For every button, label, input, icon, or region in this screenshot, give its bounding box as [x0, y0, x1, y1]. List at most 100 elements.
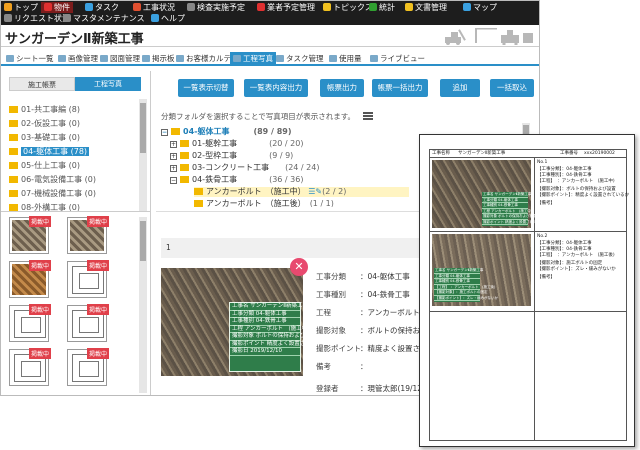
bulk-import-button[interactable]: 一括取込: [490, 79, 534, 97]
tree-leaf-selected[interactable]: アンカーボルト （施工中） ☰✎(2 / 2): [194, 187, 409, 197]
collapse-icon[interactable]: −: [161, 129, 168, 136]
folder-scrollbar[interactable]: [139, 99, 147, 211]
report-line: [429, 440, 627, 441]
published-badge: 掲載中: [86, 216, 109, 227]
tab-process-photos[interactable]: 工程写真: [75, 77, 141, 91]
inspection-icon: [187, 3, 195, 11]
tab-bulletin-board[interactable]: 掲示板: [139, 52, 178, 65]
nav-document-management[interactable]: 文書管理: [405, 2, 447, 13]
published-badge: 掲載中: [86, 348, 109, 359]
folder-item[interactable]: 05-仕上工事 (0): [9, 161, 80, 171]
delete-photo-icon[interactable]: ✕: [290, 258, 308, 276]
tab-live-view[interactable]: ライブビュー: [367, 52, 428, 65]
nav-top[interactable]: トップ: [4, 2, 38, 13]
menu-icon[interactable]: [363, 115, 374, 117]
bulk-form-output-button[interactable]: 帳票一括出力: [372, 79, 428, 97]
expand-icon[interactable]: +: [170, 165, 177, 172]
nav-help[interactable]: ヘルプ: [151, 13, 185, 24]
top-navigation: トップ 物件 タスク 工事状況 検査実施予定 業者予定管理 トピックス 統計 文…: [1, 1, 539, 25]
nav-request-status[interactable]: リクエスト状況: [4, 13, 70, 24]
photo-thumbnail[interactable]: 掲載中: [9, 216, 51, 254]
tree-root[interactable]: −04-躯体工事 (89 / 89): [161, 127, 292, 137]
report-entry-number: No.2: [537, 234, 548, 239]
report-project-name: サンガーデンⅡ新築工事: [458, 151, 506, 156]
field-label: 撮影対象: [316, 326, 346, 335]
report-header-label: 工事番号: [560, 151, 578, 156]
folder-item[interactable]: 07-機械設備工事 (0): [9, 189, 96, 199]
published-badge: 掲載中: [28, 216, 51, 227]
left-panel: 施工帳票 工程写真 01-共工事編 (8) 02-仮設工事 (0) 03-基礎工…: [1, 71, 151, 395]
published-badge: 掲載中: [86, 260, 109, 271]
photo-thumbnail[interactable]: 掲載中: [67, 216, 109, 254]
field-label: 撮影ポイント: [316, 344, 361, 353]
tab-task-management[interactable]: タスク管理: [273, 52, 327, 65]
thumbnail-scrollbar[interactable]: [139, 217, 147, 393]
request-icon: [4, 14, 12, 22]
tab-image-management[interactable]: 画像管理: [55, 52, 101, 65]
stats-icon: [369, 3, 377, 11]
folder-icon: [9, 162, 18, 169]
nav-construction-status[interactable]: 工事状況: [133, 2, 175, 13]
form-output-button[interactable]: 帳票出力: [320, 79, 364, 97]
master-icon: [63, 14, 71, 22]
report-field: 【工程】 ：アンカーボルト (施工後): [537, 253, 615, 258]
folder-scrollbar-thumb[interactable]: [140, 103, 146, 153]
report-field: 【工事分類】：04-躯体工事: [537, 167, 592, 172]
tree-node[interactable]: +01-躯幹工事 (20 / 20): [170, 139, 303, 149]
folder-item-selected[interactable]: 04-躯体工事 (78): [9, 147, 90, 157]
tree-node[interactable]: +03-コンクリート工事 (24 / 24): [170, 163, 319, 173]
tab-process-photo[interactable]: 工程写真: [230, 52, 276, 65]
thumbnail-scrollbar-thumb[interactable]: [140, 221, 146, 261]
collapse-icon[interactable]: −: [170, 177, 177, 184]
photo-icon: [233, 55, 241, 62]
drawing-thumbnail[interactable]: 掲載中: [9, 348, 51, 386]
nav-contractor-schedule[interactable]: 業者予定管理: [257, 2, 315, 13]
tab-usage[interactable]: 使用量: [326, 52, 365, 65]
folder-item[interactable]: 02-仮設工事 (0): [9, 119, 80, 129]
tree-leaf[interactable]: アンカーボルト （施工後） (1 / 1): [194, 199, 334, 207]
nav-statistics[interactable]: 統計: [369, 2, 395, 13]
photo-image[interactable]: 工事名 サンガーデンⅡ新築工事 工事分類 04-躯体工事 工事種別 04-鉄骨工…: [161, 268, 333, 376]
folder-icon: [9, 120, 18, 127]
nav-property[interactable]: 物件: [41, 2, 73, 13]
nav-master-maintenance[interactable]: マスタメンテナンス: [63, 13, 145, 24]
tree-node[interactable]: +02-型枠工事 (9 / 9): [170, 151, 293, 161]
report-entry-number: No.1: [537, 160, 548, 165]
tab-sheet-list[interactable]: シート一覧: [3, 52, 57, 65]
report-field: 【備考】: [537, 201, 555, 206]
folder-icon: [180, 140, 189, 147]
add-button[interactable]: 追加: [440, 79, 480, 97]
export-list-button[interactable]: 一覧表内容出力: [244, 79, 308, 97]
tab-customer-chart[interactable]: お客様カルテ: [173, 52, 234, 65]
report-project-number: xxx20190002: [584, 151, 615, 156]
toggle-list-view-button[interactable]: 一覧表示切替: [178, 79, 234, 97]
report-field: 【工事種別】：04-鉄骨工事: [537, 173, 592, 178]
report-line: [534, 157, 535, 311]
drawing-thumbnail[interactable]: 掲載中: [9, 304, 51, 342]
field-value: ：04-躯体工事: [360, 272, 410, 281]
tab-construction-forms[interactable]: 施工帳票: [9, 77, 75, 91]
photo-thumbnail[interactable]: 掲載中: [9, 260, 51, 298]
folder-icon: [180, 164, 189, 171]
nav-map[interactable]: マップ: [463, 2, 497, 13]
drawing-thumbnail[interactable]: 掲載中: [67, 260, 109, 298]
folder-item[interactable]: 03-基礎工事 (0): [9, 133, 80, 143]
folder-item[interactable]: 01-共工事編 (8): [9, 105, 80, 115]
project-title: サンガーデンⅡ新築工事: [5, 32, 144, 47]
folder-item[interactable]: 06-電気設備工事 (0): [9, 175, 96, 185]
drawing-thumbnail[interactable]: 掲載中: [67, 304, 109, 342]
report-field: 【撮影対象】：施工ボルトの固定: [537, 261, 603, 266]
photo-blackboard: 工事名 サンガーデンⅡ新築工事 工事分類 04-躯体工事 工事種別 04-鉄骨工…: [229, 302, 333, 372]
usage-icon: [329, 55, 337, 62]
nav-topics[interactable]: トピックス: [323, 2, 373, 13]
folder-icon: [9, 134, 18, 141]
tree-node[interactable]: −04-鉄骨工事 (36 / 36): [170, 175, 303, 185]
sheet-icon: [6, 55, 14, 62]
nav-task[interactable]: タスク: [85, 2, 119, 13]
drawing-thumbnail[interactable]: 掲載中: [67, 348, 109, 386]
nav-inspection-schedule[interactable]: 検査実施予定: [187, 2, 245, 13]
expand-icon[interactable]: +: [170, 141, 177, 148]
tab-drawing-management[interactable]: 図面管理: [97, 52, 143, 65]
expand-icon[interactable]: +: [170, 153, 177, 160]
report-line: [429, 149, 627, 150]
